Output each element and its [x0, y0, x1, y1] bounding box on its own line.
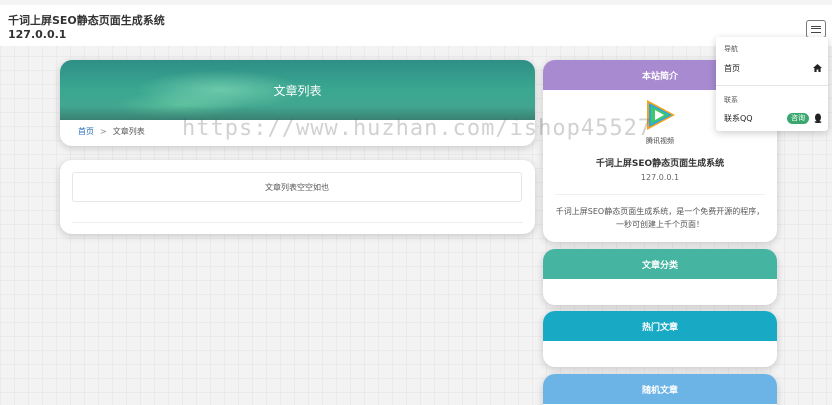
- site-intro-host: 127.0.0.1: [640, 173, 680, 182]
- tencent-video-logo-icon: [647, 100, 675, 130]
- breadcrumb-home-link[interactable]: 首页: [78, 126, 94, 137]
- consult-badge: 咨询: [787, 112, 809, 124]
- article-list-card: 文章列表空空如也: [60, 160, 535, 234]
- dropdown-item-qq[interactable]: 联系QQ 咨询: [724, 111, 822, 125]
- empty-message: 文章列表空空如也: [72, 172, 522, 202]
- home-icon: [813, 64, 822, 72]
- dropdown-item-qq-right: 咨询: [787, 112, 822, 124]
- menu-toggle-button[interactable]: [806, 20, 826, 38]
- divider: [555, 194, 765, 195]
- site-title[interactable]: 千词上屏SEO静态页面生成系统: [8, 14, 165, 27]
- random-articles-card: 随机文章: [543, 374, 777, 405]
- dropdown-item-qq-label: 联系QQ: [724, 113, 753, 123]
- menu-icon: [811, 25, 821, 33]
- site-host: 127.0.0.1: [8, 28, 67, 41]
- dropdown-item-home[interactable]: 首页: [724, 61, 822, 75]
- qq-penguin-icon: [814, 113, 822, 123]
- breadcrumb: 首页 > 文章列表: [78, 126, 145, 137]
- divider: [72, 222, 523, 223]
- dropdown-section-nav: 导航: [724, 45, 738, 53]
- dropdown-section-contact: 联系: [724, 96, 738, 104]
- logo-caption: 腾讯视频: [646, 137, 674, 145]
- top-navbar: 千词上屏SEO静态页面生成系统 127.0.0.1: [0, 0, 832, 46]
- hot-articles-title: 热门文章: [543, 311, 777, 341]
- chevron-right-icon: >: [100, 127, 107, 136]
- divider: [716, 85, 828, 86]
- dropdown-item-home-label: 首页: [724, 63, 740, 73]
- random-articles-title: 随机文章: [543, 374, 777, 404]
- site-intro-name: 千词上屏SEO静态页面生成系统: [595, 159, 725, 169]
- site-intro-description: 千词上屏SEO静态页面生成系统，是一个免费开源的程序，一秒可创建上千个页面！: [555, 207, 765, 229]
- categories-title: 文章分类: [543, 249, 777, 279]
- article-list-header-card: 文章列表 首页 > 文章列表: [60, 60, 535, 146]
- page-title: 文章列表: [273, 84, 322, 98]
- breadcrumb-current: 文章列表: [112, 127, 145, 136]
- categories-card: 文章分类: [543, 249, 777, 305]
- nav-dropdown-menu: 导航 首页 联系 联系QQ 咨询: [716, 37, 828, 131]
- hot-articles-card: 热门文章: [543, 311, 777, 367]
